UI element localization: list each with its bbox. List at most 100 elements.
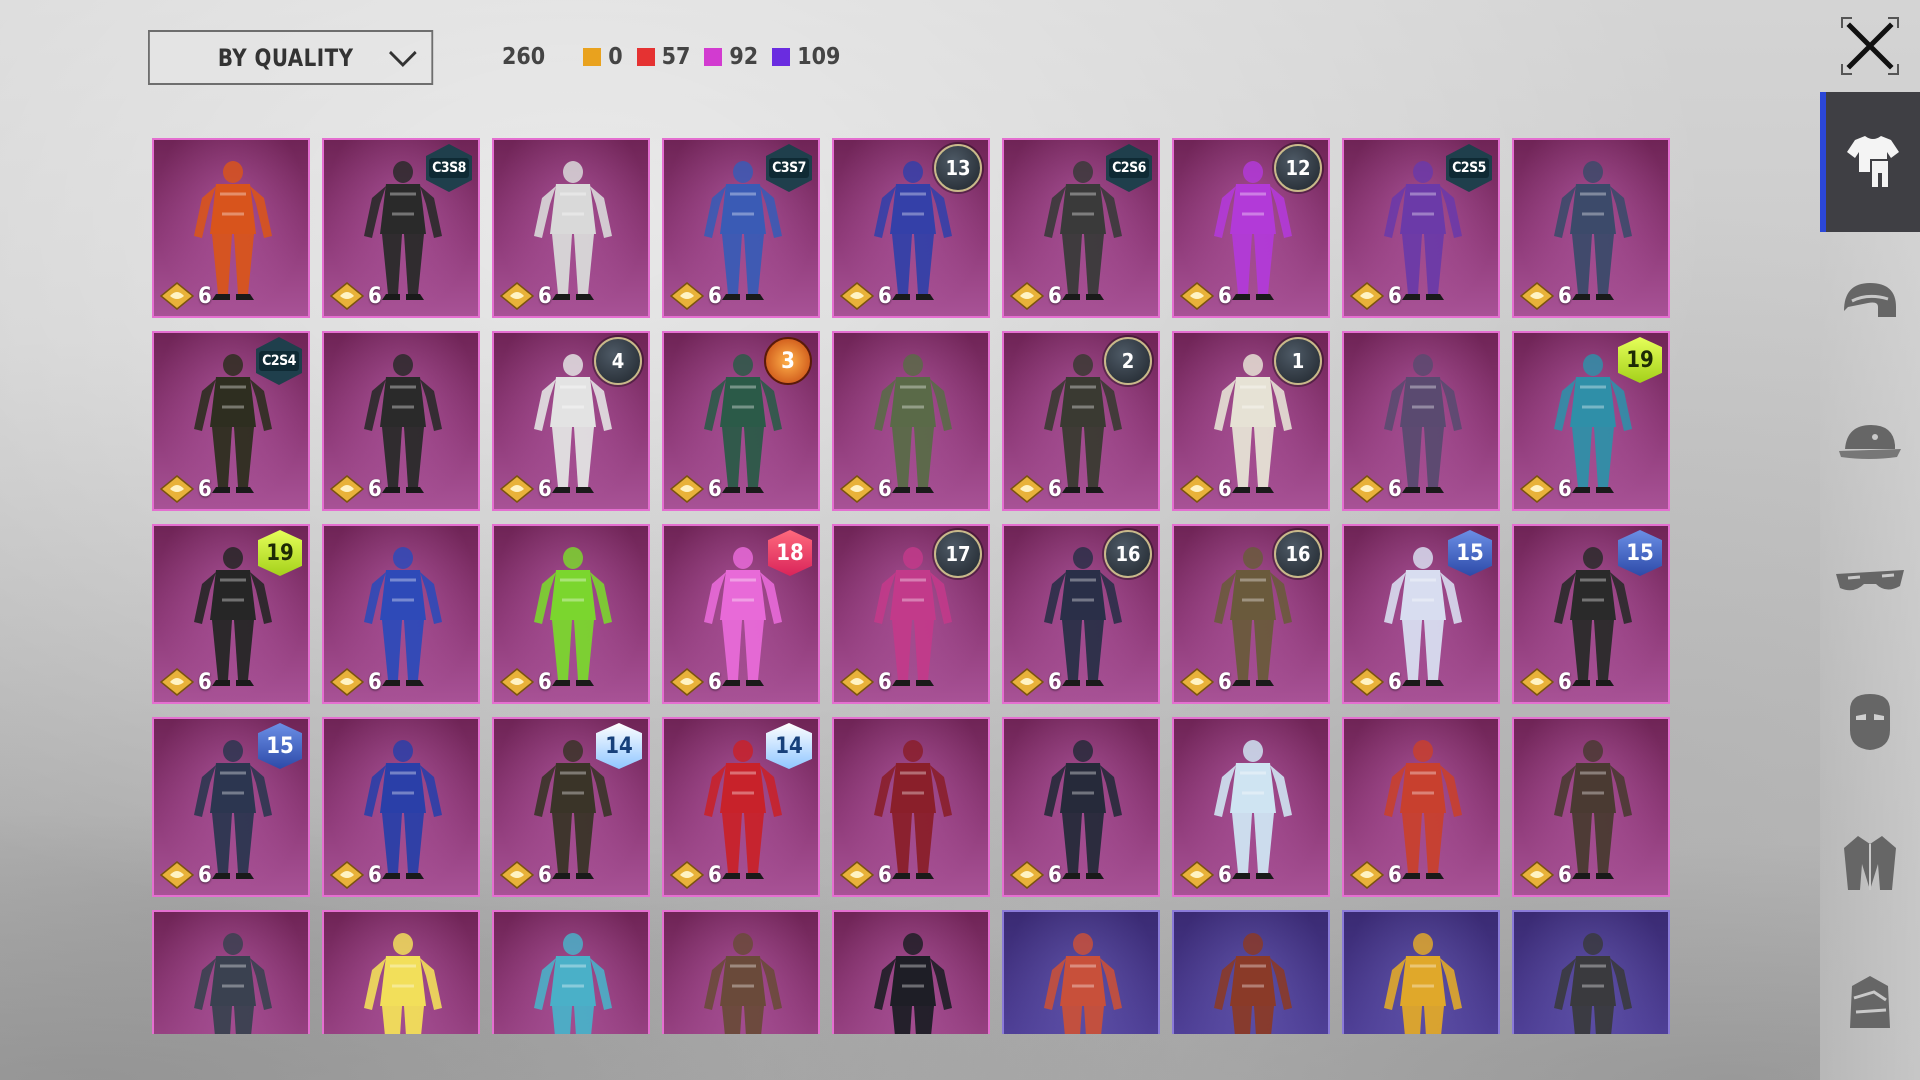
stat-legendary: 0 [583,44,623,70]
coupon-icon [1350,475,1384,503]
card-cost: 6 [330,668,382,696]
outfit-card[interactable]: 6 13 [832,138,990,318]
outfit-card[interactable]: 6 [492,524,650,704]
coupon-icon [1520,282,1554,310]
outfit-card[interactable]: 6 16 [1002,524,1160,704]
cost-value: 6 [538,862,552,888]
cost-value: 6 [1558,669,1572,695]
outfit-card[interactable]: 6 C2S4 [152,331,310,511]
tab-helmets[interactable] [1820,232,1920,372]
outfit-card[interactable]: 6 C2S5 [1342,138,1500,318]
cost-value: 6 [1388,476,1402,502]
coupon-icon [160,668,194,696]
tab-masks[interactable] [1820,652,1920,792]
outfit-card[interactable] [1342,910,1500,1034]
outfit-card[interactable]: 6 [1512,138,1670,318]
outfit-card[interactable]: 6 15 [1342,524,1500,704]
outfit-card[interactable]: 6 [1342,717,1500,897]
outfit-card[interactable] [1172,910,1330,1034]
coupon-icon [670,475,704,503]
coupon-icon [500,475,534,503]
outfit-card[interactable]: 6 [832,717,990,897]
outfit-card[interactable]: 6 18 [662,524,820,704]
outfit-card[interactable]: 6 19 [1512,331,1670,511]
cost-value: 6 [1218,862,1232,888]
outfit-card[interactable] [832,910,990,1034]
coupon-icon [840,282,874,310]
tab-outfits[interactable] [1820,92,1920,232]
outfit-card[interactable]: 61 [1172,331,1330,511]
coupon-icon [160,282,194,310]
card-cost: 6 [1180,668,1232,696]
helmet-icon [1844,283,1896,317]
outfit-card[interactable]: 6 [1002,717,1160,897]
card-cost: 6 [1350,668,1402,696]
card-cost: 6 [330,475,382,503]
outfit-card[interactable]: 6 [1342,331,1500,511]
tab-eyewear[interactable] [1820,512,1920,652]
outfit-card[interactable]: 6 [492,138,650,318]
card-cost: 6 [1010,282,1062,310]
outfit-card[interactable]: 6 [1172,717,1330,897]
cost-value: 6 [878,862,892,888]
outfit-card[interactable] [1512,910,1670,1034]
cost-value: 6 [1048,283,1062,309]
outfit-card[interactable] [152,910,310,1034]
epic-swatch [704,48,723,66]
outfit-card[interactable]: 62 [1002,331,1160,511]
card-cost: 6 [160,861,212,889]
card-cost: 6 [330,282,382,310]
tab-backpacks[interactable] [1820,932,1920,1072]
card-cost: 6 [1520,475,1572,503]
outfit-card[interactable]: 6 C3S7 [662,138,820,318]
outfit-card[interactable]: 63 [662,331,820,511]
card-cost: 6 [670,282,722,310]
epic-count: 92 [729,44,759,70]
outfit-card[interactable]: 6 C2S6 [1002,138,1160,318]
cost-value: 6 [1048,862,1062,888]
cost-value: 6 [878,283,892,309]
outfit-card[interactable]: 6 16 [1172,524,1330,704]
card-cost: 6 [840,282,892,310]
outfit-card[interactable]: 6 C3S8 [322,138,480,318]
stat-epic: 92 [704,44,758,70]
outfit-card[interactable] [1002,910,1160,1034]
outfit-card[interactable] [492,910,650,1034]
sort-dropdown[interactable]: BY QUALITY [148,30,434,85]
outfit-card[interactable]: 6 17 [832,524,990,704]
card-cost: 6 [840,475,892,503]
card-cost: 6 [1180,861,1232,889]
outfit-card[interactable] [322,910,480,1034]
outfit-card[interactable]: 6 14 [662,717,820,897]
season-badge: 3 [764,337,812,385]
season-badge: 1 [1274,337,1322,385]
outfit-card[interactable]: 6 [322,331,480,511]
outfit-card[interactable]: 6 15 [152,717,310,897]
tab-jackets[interactable] [1820,792,1920,932]
card-cost: 6 [670,861,722,889]
outfit-card[interactable]: 6 [322,524,480,704]
outfit-card[interactable]: 6 [152,138,310,318]
tab-hats[interactable] [1820,372,1920,512]
outfit-card[interactable]: 6 14 [492,717,650,897]
outfit-card[interactable]: 6 [1512,717,1670,897]
outfit-card[interactable]: 6 [322,717,480,897]
coupon-icon [500,861,534,889]
collection-stats: 260 0 57 92 109 [502,40,854,74]
coupon-icon [670,861,704,889]
outfit-card[interactable] [662,910,820,1034]
cost-value: 6 [1558,476,1572,502]
outfit-card[interactable]: 6 12 [1172,138,1330,318]
outfit-card[interactable]: 6 15 [1512,524,1670,704]
coupon-icon [1350,861,1384,889]
coupon-icon [330,861,364,889]
close-icon[interactable] [1838,14,1902,78]
outfit-card[interactable]: 6 [832,331,990,511]
coupon-icon [1180,475,1214,503]
cost-value: 6 [198,476,212,502]
outfit-card[interactable]: 6 19 [152,524,310,704]
outfit-card[interactable]: 64 [492,331,650,511]
cost-value: 6 [538,669,552,695]
card-cost: 6 [1520,668,1572,696]
season-badge: 13 [934,144,982,192]
